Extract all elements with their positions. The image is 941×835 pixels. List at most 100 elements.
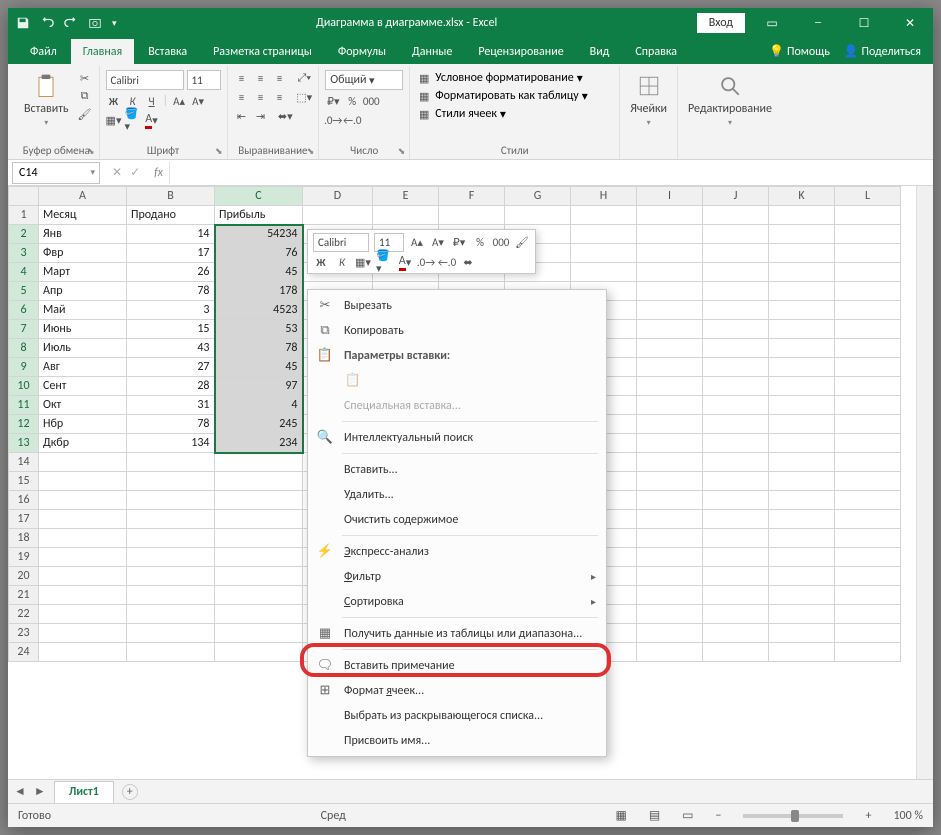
cell-L16[interactable] bbox=[835, 491, 901, 510]
cancel-formula-icon[interactable]: ✕ bbox=[112, 165, 122, 180]
align-left-icon[interactable]: ≡ bbox=[234, 89, 250, 105]
cell-J13[interactable] bbox=[703, 434, 769, 453]
mini-increase-font-icon[interactable]: A▴ bbox=[409, 235, 425, 251]
row-header-5[interactable]: 5 bbox=[9, 282, 39, 301]
mini-italic-button[interactable]: К bbox=[334, 254, 350, 270]
ctx-insert-comment[interactable]: 🗨Вставить примечание bbox=[308, 653, 606, 678]
wrap-text-icon[interactable]: ⬚▾ bbox=[296, 89, 312, 105]
editing-button[interactable]: Редактирование▾ bbox=[684, 70, 776, 130]
row-header-7[interactable]: 7 bbox=[9, 320, 39, 339]
tellme-button[interactable]: 💡 Помощь bbox=[769, 44, 830, 59]
cell-A16[interactable] bbox=[39, 491, 127, 510]
cell-L19[interactable] bbox=[835, 548, 901, 567]
cell-J16[interactable] bbox=[703, 491, 769, 510]
cells-button[interactable]: Ячейки▾ bbox=[626, 70, 671, 130]
mini-dec-decimal-icon[interactable]: ←.0 bbox=[439, 254, 455, 270]
cell-J10[interactable] bbox=[703, 377, 769, 396]
ctx-clear[interactable]: Очистить содержимое bbox=[308, 507, 606, 532]
zoom-in-button[interactable]: + bbox=[865, 809, 871, 823]
cell-C15[interactable] bbox=[215, 472, 303, 491]
col-header-E[interactable]: E bbox=[373, 187, 439, 206]
cell-B3[interactable]: 17 bbox=[127, 244, 215, 263]
cell-K20[interactable] bbox=[769, 567, 835, 586]
cell-C5[interactable]: 178 bbox=[215, 282, 303, 301]
cell-L13[interactable] bbox=[835, 434, 901, 453]
col-header-H[interactable]: H bbox=[571, 187, 637, 206]
cell-L11[interactable] bbox=[835, 396, 901, 415]
cell-F1[interactable] bbox=[439, 206, 505, 225]
cell-C3[interactable]: 76 bbox=[215, 244, 303, 263]
cell-C10[interactable]: 97 bbox=[215, 377, 303, 396]
ctx-format-cells[interactable]: ⊞Формат ячеек... bbox=[308, 678, 606, 703]
ctx-paste-option[interactable]: 📋 bbox=[308, 368, 606, 393]
cell-C18[interactable] bbox=[215, 529, 303, 548]
mini-percent-icon[interactable]: % bbox=[472, 235, 488, 251]
cell-A20[interactable] bbox=[39, 567, 127, 586]
sheet-tab[interactable]: Лист1 bbox=[54, 781, 114, 803]
signin-button[interactable]: Вход bbox=[697, 13, 745, 33]
row-header-2[interactable]: 2 bbox=[9, 225, 39, 244]
cell-L6[interactable] bbox=[835, 301, 901, 320]
cell-K23[interactable] bbox=[769, 624, 835, 643]
cell-I7[interactable] bbox=[637, 320, 703, 339]
tab-data[interactable]: Данные bbox=[400, 39, 464, 64]
cell-I5[interactable] bbox=[637, 282, 703, 301]
tab-review[interactable]: Рецензирование bbox=[466, 39, 575, 64]
cell-K17[interactable] bbox=[769, 510, 835, 529]
cell-L4[interactable] bbox=[835, 263, 901, 282]
mini-fill-icon[interactable]: 🪣▾ bbox=[376, 254, 392, 270]
row-header-11[interactable]: 11 bbox=[9, 396, 39, 415]
cell-A24[interactable] bbox=[39, 643, 127, 662]
cell-L15[interactable] bbox=[835, 472, 901, 491]
underline-button[interactable]: Ч bbox=[144, 93, 160, 109]
ctx-cut[interactable]: ✂Вырезать bbox=[308, 293, 606, 318]
row-header-24[interactable]: 24 bbox=[9, 643, 39, 662]
cell-L22[interactable] bbox=[835, 605, 901, 624]
row-header-20[interactable]: 20 bbox=[9, 567, 39, 586]
mini-font-combo[interactable]: Calibri bbox=[313, 233, 369, 252]
vertical-scrollbar[interactable] bbox=[916, 186, 933, 779]
row-header-10[interactable]: 10 bbox=[9, 377, 39, 396]
row-header-17[interactable]: 17 bbox=[9, 510, 39, 529]
cell-L14[interactable] bbox=[835, 453, 901, 472]
cell-L8[interactable] bbox=[835, 339, 901, 358]
align-center-icon[interactable]: ≡ bbox=[253, 89, 269, 105]
ctx-quick-analysis[interactable]: ⚡Экспресс-анализ bbox=[308, 539, 606, 564]
redo-icon[interactable] bbox=[64, 16, 78, 30]
cell-J17[interactable] bbox=[703, 510, 769, 529]
cell-L17[interactable] bbox=[835, 510, 901, 529]
cell-B16[interactable] bbox=[127, 491, 215, 510]
cell-L23[interactable] bbox=[835, 624, 901, 643]
cell-J21[interactable] bbox=[703, 586, 769, 605]
increase-indent-icon[interactable]: ⇥ bbox=[253, 108, 269, 124]
cell-B5[interactable]: 78 bbox=[127, 282, 215, 301]
cell-K15[interactable] bbox=[769, 472, 835, 491]
cell-K4[interactable] bbox=[769, 263, 835, 282]
sheet-nav-prev-icon[interactable]: ◄ bbox=[14, 784, 26, 799]
undo-icon[interactable] bbox=[40, 16, 54, 30]
font-size-combo[interactable]: 11 bbox=[187, 70, 221, 90]
cell-K19[interactable] bbox=[769, 548, 835, 567]
cell-A2[interactable]: Янв bbox=[39, 225, 127, 244]
zoom-out-button[interactable]: − bbox=[716, 809, 722, 823]
share-button[interactable]: 👤 Поделиться bbox=[844, 44, 921, 59]
cell-J11[interactable] bbox=[703, 396, 769, 415]
camera-icon[interactable] bbox=[88, 16, 102, 30]
col-header-J[interactable]: J bbox=[703, 187, 769, 206]
row-header-8[interactable]: 8 bbox=[9, 339, 39, 358]
ctx-delete[interactable]: Удалить... bbox=[308, 482, 606, 507]
align-right-icon[interactable]: ≡ bbox=[272, 89, 288, 105]
cell-J23[interactable] bbox=[703, 624, 769, 643]
cell-I12[interactable] bbox=[637, 415, 703, 434]
cell-I11[interactable] bbox=[637, 396, 703, 415]
cell-I15[interactable] bbox=[637, 472, 703, 491]
cell-A6[interactable]: Май bbox=[39, 301, 127, 320]
cell-K7[interactable] bbox=[769, 320, 835, 339]
cell-H2[interactable] bbox=[571, 225, 637, 244]
mini-comma-icon[interactable]: 000 bbox=[493, 235, 509, 251]
ctx-pick-from-list[interactable]: Выбрать из раскрывающегося списка... bbox=[308, 703, 606, 728]
cell-K16[interactable] bbox=[769, 491, 835, 510]
cell-B1[interactable]: Продано bbox=[127, 206, 215, 225]
cell-I16[interactable] bbox=[637, 491, 703, 510]
zoom-level[interactable]: 100 % bbox=[893, 809, 923, 823]
